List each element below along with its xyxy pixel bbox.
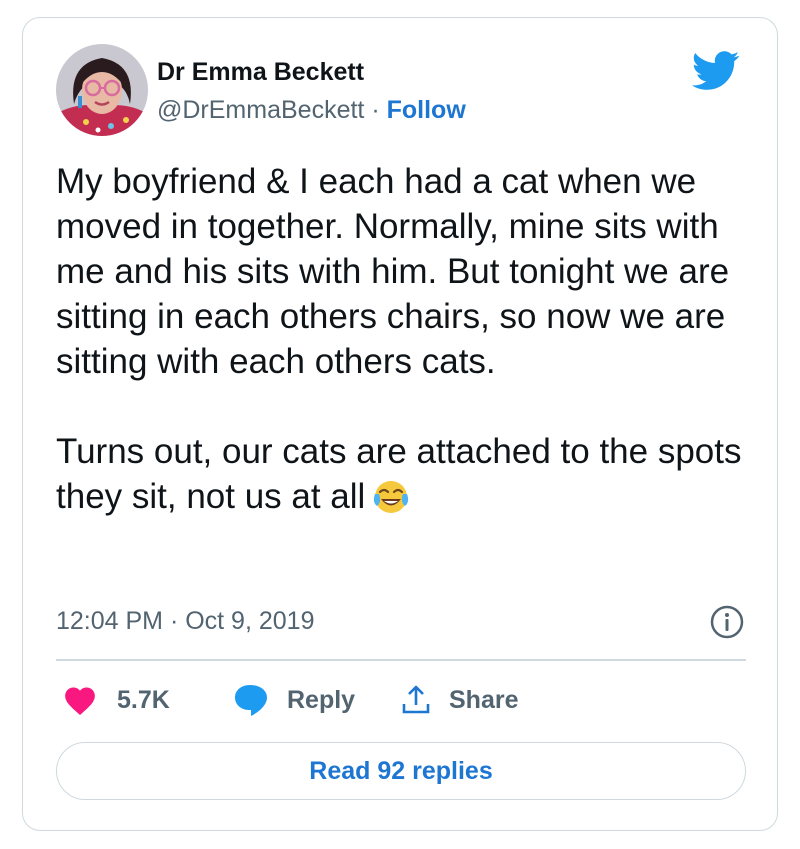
read-replies-label: Read 92 replies bbox=[309, 756, 493, 785]
info-icon[interactable] bbox=[709, 604, 745, 640]
like-button[interactable]: 5.7K bbox=[63, 678, 170, 722]
tweet-paragraph-1: My boyfriend & I each had a cat when we … bbox=[56, 162, 739, 381]
author-name[interactable]: Dr Emma Beckett bbox=[157, 58, 364, 87]
handle-separator: · bbox=[371, 96, 380, 124]
read-replies-button[interactable]: Read 92 replies bbox=[56, 742, 746, 800]
reply-label: Reply bbox=[287, 685, 356, 714]
author-handle-row: @DrEmmaBeckett · Follow bbox=[157, 96, 466, 125]
share-button[interactable]: Share bbox=[401, 678, 518, 722]
heart-icon bbox=[63, 684, 97, 716]
follow-link[interactable]: Follow bbox=[387, 96, 466, 124]
face-with-tears-of-joy-icon bbox=[371, 476, 411, 516]
like-count: 5.7K bbox=[117, 685, 170, 714]
reply-button[interactable]: Reply bbox=[233, 678, 355, 722]
divider bbox=[56, 659, 746, 661]
share-label: Share bbox=[449, 685, 519, 714]
tweet-timestamp[interactable]: 12:04 PM · Oct 9, 2019 bbox=[56, 607, 314, 636]
speech-bubble-icon bbox=[233, 683, 269, 717]
avatar[interactable] bbox=[56, 44, 148, 136]
tweet-card: Dr Emma Beckett @DrEmmaBeckett · Follow … bbox=[22, 17, 778, 831]
share-upload-icon bbox=[401, 684, 431, 716]
tweet-text: My boyfriend & I each had a cat when we … bbox=[56, 159, 746, 519]
author-handle[interactable]: @DrEmmaBeckett bbox=[157, 96, 364, 124]
twitter-bird-icon[interactable] bbox=[692, 51, 740, 91]
